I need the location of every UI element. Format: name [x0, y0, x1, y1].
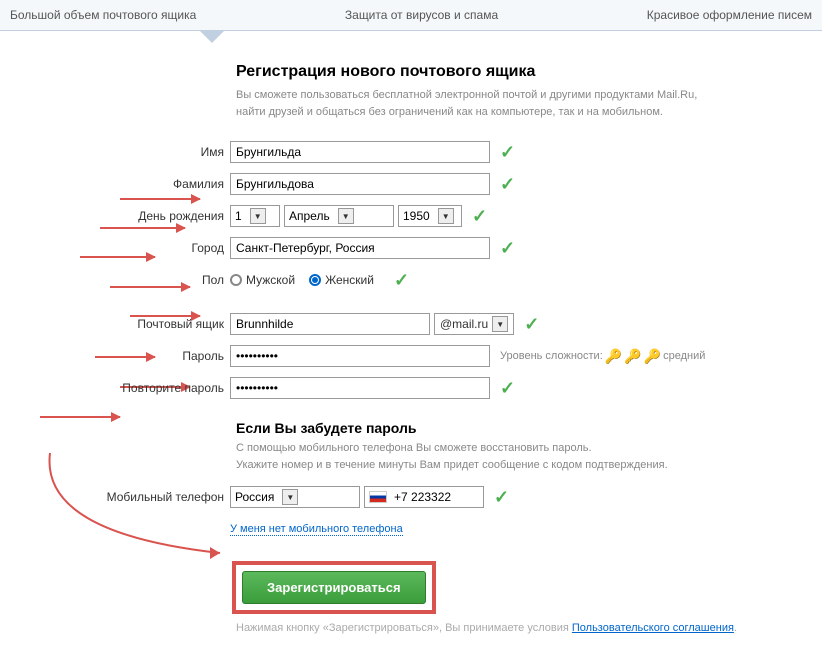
country-select[interactable]: Россия ▼: [230, 486, 360, 508]
mailbox-input[interactable]: [230, 313, 430, 335]
name-input[interactable]: [230, 141, 490, 163]
password-input[interactable]: [230, 345, 490, 367]
top-feature-1: Большой объем почтового ящика: [10, 8, 196, 22]
russia-flag-icon: [369, 491, 387, 503]
annotation-arrow: [120, 198, 200, 200]
city-input[interactable]: [230, 237, 490, 259]
phone-input[interactable]: [389, 489, 479, 505]
key-icon: 🔑: [624, 348, 641, 365]
forgot-sub1: С помощью мобильного телефона Вы сможете…: [236, 440, 812, 457]
checkmark-icon: ✓: [500, 142, 515, 163]
register-button-highlight: Зарегистрироваться: [232, 561, 436, 614]
agreement-text: Нажимая кнопку «Зарегистрироваться», Вы …: [236, 622, 812, 634]
chevron-down-icon: ▼: [438, 208, 454, 224]
label-name: Имя: [0, 145, 230, 159]
key-icon: 🔑: [644, 348, 661, 365]
forgot-title: Если Вы забудете пароль: [236, 420, 812, 436]
annotation-arrow: [40, 416, 120, 418]
label-surname: Фамилия: [0, 177, 230, 191]
no-phone-link[interactable]: У меня нет мобильного телефона: [230, 523, 403, 536]
key-icon: 🔑: [605, 348, 622, 365]
checkmark-icon: ✓: [524, 314, 539, 335]
register-button[interactable]: Зарегистрироваться: [242, 571, 426, 604]
chevron-down-icon: ▼: [492, 316, 508, 332]
label-city: Город: [0, 241, 230, 255]
surname-input[interactable]: [230, 173, 490, 195]
password-strength: Уровень сложности: 🔑 🔑 🔑 средний: [500, 348, 705, 365]
month-select[interactable]: Апрель ▼: [284, 205, 394, 227]
top-bar: Большой объем почтового ящика Защита от …: [0, 0, 822, 31]
gender-male-radio[interactable]: Мужской: [230, 273, 295, 287]
label-phone: Мобильный телефон: [0, 490, 230, 504]
checkmark-icon: ✓: [500, 238, 515, 259]
label-birthday: День рождения: [0, 209, 230, 223]
checkmark-icon: ✓: [500, 378, 515, 399]
checkmark-icon: ✓: [494, 487, 509, 508]
checkmark-icon: ✓: [500, 174, 515, 195]
phone-input-wrap: [364, 486, 484, 508]
gender-female-radio[interactable]: Женский: [309, 273, 374, 287]
page-subtitle-1: Вы сможете пользоваться бесплатной элект…: [236, 87, 812, 104]
top-feature-3: Красивое оформление писем: [647, 8, 812, 22]
chevron-down-icon: ▼: [282, 489, 298, 505]
forgot-section: Если Вы забудете пароль С помощью мобиль…: [236, 420, 812, 473]
speech-pointer: [200, 31, 224, 43]
label-gender: Пол: [0, 273, 230, 287]
checkmark-icon: ✓: [472, 206, 487, 227]
page-subtitle-2: найти друзей и общаться без ограничений …: [236, 104, 812, 121]
label-password-repeat: Повторите пароль: [0, 381, 230, 395]
day-select[interactable]: 1 ▼: [230, 205, 280, 227]
page-title: Регистрация нового почтового ящика: [236, 63, 812, 81]
year-select[interactable]: 1950 ▼: [398, 205, 462, 227]
top-feature-2: Защита от вирусов и спама: [345, 8, 498, 22]
domain-select[interactable]: @mail.ru ▼: [434, 313, 514, 335]
password-repeat-input[interactable]: [230, 377, 490, 399]
radio-icon: [309, 274, 321, 286]
chevron-down-icon: ▼: [338, 208, 354, 224]
label-mailbox: Почтовый ящик: [0, 317, 230, 331]
chevron-down-icon: ▼: [250, 208, 266, 224]
label-password: Пароль: [0, 349, 230, 363]
radio-icon: [230, 274, 242, 286]
agreement-link[interactable]: Пользовательского соглашения: [572, 622, 734, 634]
forgot-sub2: Укажите номер и в течение минуты Вам при…: [236, 457, 812, 474]
checkmark-icon: ✓: [394, 270, 409, 291]
page-header: Регистрация нового почтового ящика Вы см…: [236, 63, 812, 120]
